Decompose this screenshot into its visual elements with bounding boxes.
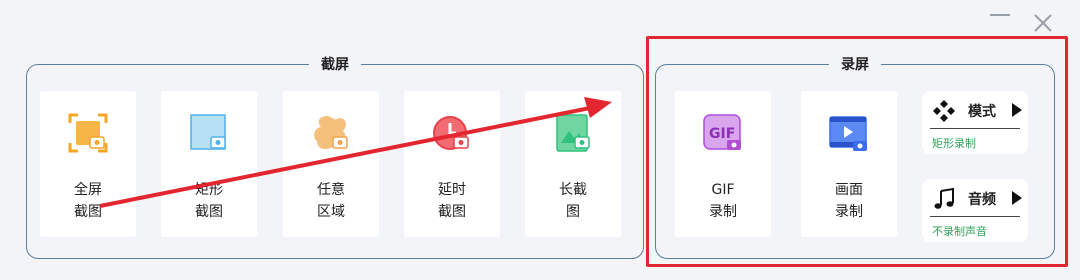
- screenshot-group-title: 截屏: [309, 54, 361, 74]
- close-button[interactable]: [1032, 12, 1054, 34]
- screenshot-group: 截屏 全屏 截图 矩形 截图 任意 区域 延时截图 长截 图: [26, 54, 644, 259]
- close-icon: [1034, 14, 1052, 32]
- tile-label-line1: 全屏: [74, 182, 102, 198]
- fullscreen-capture-button[interactable]: 全屏 截图: [40, 91, 136, 237]
- scrolling-capture-button[interactable]: 长截图: [525, 91, 621, 237]
- tile-label-line2: 截图: [438, 204, 466, 220]
- delayed-capture-icon: [433, 116, 469, 150]
- tile-label-line1: 延时: [438, 182, 466, 198]
- scrolling-capture-icon: [556, 114, 590, 152]
- fullscreen-capture-icon: [68, 113, 108, 153]
- tile-label-line1: 矩形: [195, 182, 223, 198]
- minimize-button[interactable]: [990, 14, 1010, 16]
- tile-label-line1: 任意: [317, 182, 345, 198]
- freeform-capture-icon: [314, 115, 348, 150]
- rectangle-capture-icon: [190, 114, 226, 150]
- tile-label-line2: 图: [566, 204, 580, 220]
- tile-label-line2: 区域: [317, 204, 345, 220]
- freeform-capture-button[interactable]: 任意 区域: [283, 91, 379, 237]
- rectangle-capture-button[interactable]: 矩形 截图: [161, 91, 257, 237]
- highlight-box: [646, 36, 1068, 267]
- tile-label-line2: 截图: [195, 204, 223, 220]
- tile-label-line1: 长截: [559, 182, 587, 198]
- tile-label-line2: 截图: [74, 204, 102, 220]
- delayed-capture-button[interactable]: 延时 截图: [404, 91, 500, 237]
